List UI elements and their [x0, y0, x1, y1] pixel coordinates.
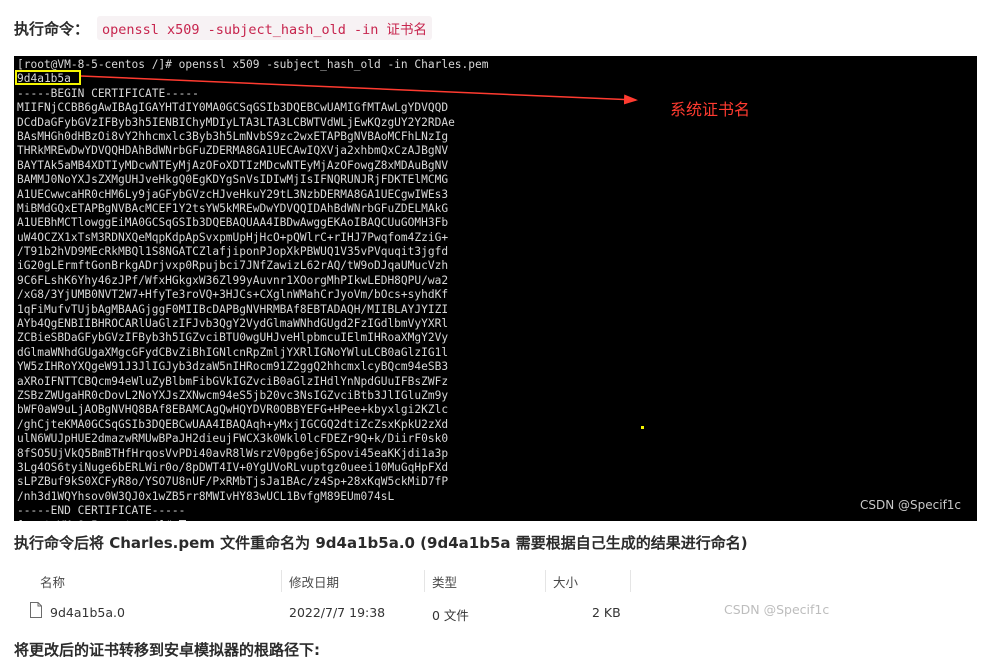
- command-line: 执行命令： openssl x509 -subject_hash_old -in…: [14, 16, 432, 40]
- col-name[interactable]: 名称: [40, 572, 65, 591]
- transfer-instruction: 将更改后的证书转移到安卓模拟器的根路径下:: [14, 641, 321, 659]
- command-code-suffix: 证书名: [386, 22, 428, 38]
- col-size[interactable]: 大小: [553, 572, 578, 591]
- file-size: 2 KB: [592, 605, 621, 620]
- col-type[interactable]: 类型: [432, 572, 457, 591]
- terminal-watermark: CSDN @Specif1c: [860, 498, 962, 512]
- command-label: 执行命令：: [14, 19, 90, 38]
- stray-yellow-dot: [641, 426, 644, 429]
- annotation-arrow: [80, 75, 638, 105]
- file-type: 0 文件: [432, 608, 469, 623]
- command-code: openssl x509 -subject_hash_old -in 证书名: [97, 16, 432, 40]
- file-icon: [30, 602, 42, 618]
- file-list-header: 名称 修改日期 类型 大小: [0, 566, 981, 594]
- command-code-text: openssl x509 -subject_hash_old -in: [102, 22, 387, 38]
- col-divider[interactable]: [545, 570, 546, 592]
- file-date: 2022/7/7 19:38: [289, 605, 386, 620]
- col-divider[interactable]: [630, 570, 631, 592]
- rename-instruction: 执行命令后将 Charles.pem 文件重命名为 9d4a1b5a.0 (9d…: [14, 534, 748, 552]
- terminal-screenshot: [root@VM-8-5-centos /]# openssl x509 -su…: [14, 56, 977, 521]
- annotation-label: 系统证书名: [670, 100, 751, 119]
- file-row[interactable]: 9d4a1b5a.0 2022/7/7 19:38 0 文件 2 KB: [0, 598, 981, 628]
- col-divider[interactable]: [424, 570, 425, 592]
- col-divider[interactable]: [281, 570, 282, 592]
- file-name: 9d4a1b5a.0: [50, 605, 125, 620]
- page-watermark: CSDN @Specif1c: [724, 602, 830, 617]
- col-date[interactable]: 修改日期: [289, 572, 339, 591]
